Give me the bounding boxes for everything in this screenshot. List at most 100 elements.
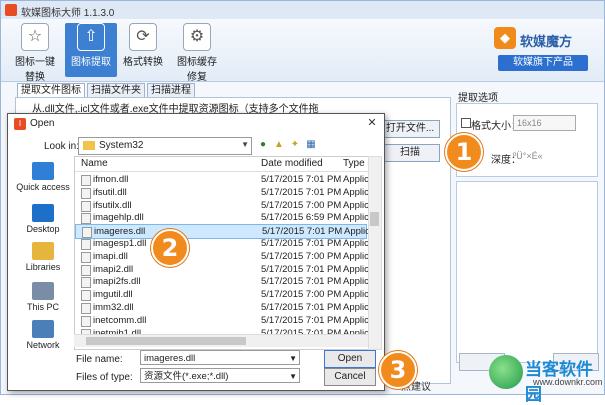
desktop-icon — [32, 204, 54, 222]
libraries-icon — [32, 242, 54, 260]
file-name: imapi2fs.dll — [93, 276, 141, 288]
column-type[interactable]: Type — [343, 158, 365, 169]
dll-file-icon — [81, 187, 91, 199]
watermark-url: www.downkr.com — [533, 377, 603, 387]
place-label: Quick access — [16, 182, 70, 192]
format-convert-label: 格式转换 — [123, 57, 163, 68]
dll-file-icon — [81, 213, 91, 225]
column-name[interactable]: Name — [81, 158, 108, 169]
tab-scan-process[interactable]: 扫描进程 — [147, 83, 195, 98]
dialog-logo-icon: I — [14, 118, 26, 130]
up-folder-icon[interactable]: ▲ — [272, 138, 286, 152]
format-convert-button[interactable]: ⟳ 格式转换 — [117, 23, 169, 77]
file-row[interactable]: imapi.dll 5/17/2015 7:00 PM Applic — [75, 250, 369, 263]
cancel-button[interactable]: Cancel — [324, 368, 376, 386]
close-icon[interactable]: ✕ — [364, 116, 380, 130]
place-network[interactable]: Network — [12, 320, 74, 350]
scroll-thumb[interactable] — [86, 337, 246, 345]
dll-file-icon — [81, 315, 91, 327]
file-date: 5/17/2015 7:01 PM — [262, 226, 343, 238]
file-list-header: Name Date modified Type — [75, 157, 369, 172]
file-name: ifsutilx.dll — [93, 199, 132, 211]
format-size-checkbox[interactable] — [461, 118, 471, 128]
file-date: 5/17/2015 7:01 PM — [261, 186, 342, 198]
places-bar: Quick access Desktop Libraries This PC N… — [12, 158, 74, 390]
scan-button[interactable]: 扫描 — [380, 144, 440, 162]
open-button[interactable]: Open — [324, 350, 376, 368]
watermark: 当客软件园 www.downkr.com — [489, 355, 603, 405]
cache-repair-button[interactable]: ⚙ 图标缓存 修复 — [171, 23, 223, 83]
file-date: 5/17/2015 7:01 PM — [261, 302, 342, 313]
file-row[interactable]: imagesp1.dll 5/17/2015 7:01 PM Applic — [75, 237, 369, 250]
file-name-input[interactable]: imageres.dll ▼ — [140, 350, 300, 365]
step-badge-3: 3 — [379, 351, 417, 389]
star-icon: ☆ — [21, 23, 49, 51]
depth-select[interactable]: ºÜ°×É« — [513, 149, 571, 163]
brand-name: 软媒魔方 — [520, 34, 573, 49]
file-row[interactable]: imapi2fs.dll 5/17/2015 7:01 PM Applic — [75, 275, 369, 289]
tab-strip: 提取文件图标 扫描文件夹 扫描进程 — [17, 83, 197, 98]
size-select[interactable]: 16x16 — [513, 115, 576, 131]
place-libraries[interactable]: Libraries — [12, 242, 74, 272]
file-type: Applic — [343, 302, 369, 313]
folder-icon — [83, 141, 95, 150]
file-type-select[interactable]: 资源文件(*.exe;*.dll) ▼ — [140, 368, 300, 383]
place-quick-access[interactable]: Quick access — [12, 162, 74, 192]
horizontal-scrollbar[interactable] — [74, 334, 368, 347]
open-file-button[interactable]: 打开文件... — [380, 120, 440, 138]
open-dialog: I Open ✕ Look in: System32 ▼ ● ▲ ✦ ▦ Qui… — [7, 113, 385, 391]
chevron-down-icon: ▼ — [241, 140, 249, 149]
place-desktop[interactable]: Desktop — [12, 204, 74, 234]
place-this-pc[interactable]: This PC — [12, 282, 74, 312]
file-row[interactable]: ifmon.dll 5/17/2015 7:01 PM Applic — [75, 173, 369, 186]
gear-icon: ⚙ — [183, 23, 211, 51]
file-date: 5/17/2015 7:00 PM — [261, 250, 342, 262]
file-name: imageres.dll — [94, 226, 146, 238]
dialog-title-bar: I Open ✕ — [8, 114, 384, 134]
file-list: Name Date modified Type ifmon.dll 5/17/20… — [74, 156, 370, 350]
file-row[interactable]: ifsutil.dll 5/17/2015 7:01 PM Applic — [75, 186, 369, 199]
file-name: ifmon.dll — [93, 174, 129, 185]
file-type-value: 资源文件(*.exe;*.dll) — [144, 371, 229, 382]
file-row[interactable]: ifsutilx.dll 5/17/2015 7:00 PM Applic — [75, 199, 369, 212]
brand-logo[interactable]: ◆ 软媒魔方 — [494, 27, 590, 51]
file-row[interactable]: inetcomm.dll 5/17/2015 7:01 PM Applic — [75, 314, 369, 327]
upload-icon: ⇧ — [77, 23, 105, 51]
brand-products-button[interactable]: 软媒旗下产品 — [498, 55, 588, 71]
file-row[interactable]: imgutil.dll 5/17/2015 7:00 PM Applic — [75, 288, 369, 302]
computer-icon — [32, 282, 54, 300]
new-folder-icon[interactable]: ✦ — [288, 138, 302, 152]
file-name: inetcomm.dll — [93, 314, 147, 326]
file-type: Applic — [343, 250, 369, 262]
ribbon-toolbar: ☆ 图标一键 替换 ⇧ 图标提取 ⟳ 格式转换 ⚙ 图标缓存 修复 ◆ 软媒魔方… — [1, 19, 604, 83]
place-label: Desktop — [26, 224, 60, 234]
file-date: 5/17/2015 7:01 PM — [261, 263, 342, 275]
dialog-title: Open — [30, 118, 55, 129]
network-icon — [32, 320, 54, 338]
file-date: 5/17/2015 7:00 PM — [261, 289, 342, 301]
extract-icon-button[interactable]: ⇧ 图标提取 — [65, 23, 117, 77]
file-type-label: Files of type: — [76, 372, 133, 383]
vertical-scrollbar[interactable] — [368, 156, 382, 350]
look-in-combo[interactable]: System32 ▼ — [78, 137, 252, 155]
column-date-modified[interactable]: Date modified — [261, 158, 323, 169]
file-row[interactable]: imagehlp.dll 5/17/2015 6:59 PM Applic — [75, 211, 369, 225]
replace-icon-button[interactable]: ☆ 图标一键 替换 — [9, 23, 61, 83]
tab-scan-folder[interactable]: 扫描文件夹 — [87, 83, 145, 98]
file-row[interactable]: imm32.dll 5/17/2015 7:01 PM Applic — [75, 301, 369, 314]
look-in-label: Look in: — [44, 141, 80, 152]
file-type: Applic — [343, 276, 369, 288]
chevron-down-icon: ▼ — [289, 354, 297, 363]
dll-file-icon — [81, 251, 91, 263]
scroll-thumb[interactable] — [370, 212, 379, 226]
chevron-down-icon: ▼ — [289, 372, 297, 381]
step-badge-2: 2 — [151, 229, 189, 267]
tab-extract-file[interactable]: 提取文件图标 — [17, 83, 85, 98]
view-menu-icon[interactable]: ▦ — [304, 138, 318, 152]
app-logo-icon — [5, 4, 17, 16]
look-in-value: System32 — [99, 140, 144, 151]
file-row[interactable]: imapi2.dll 5/17/2015 7:01 PM Applic — [75, 263, 369, 276]
options-title: 提取选项 — [458, 93, 498, 104]
back-icon[interactable]: ● — [256, 138, 270, 152]
file-type: Applic — [343, 199, 369, 211]
